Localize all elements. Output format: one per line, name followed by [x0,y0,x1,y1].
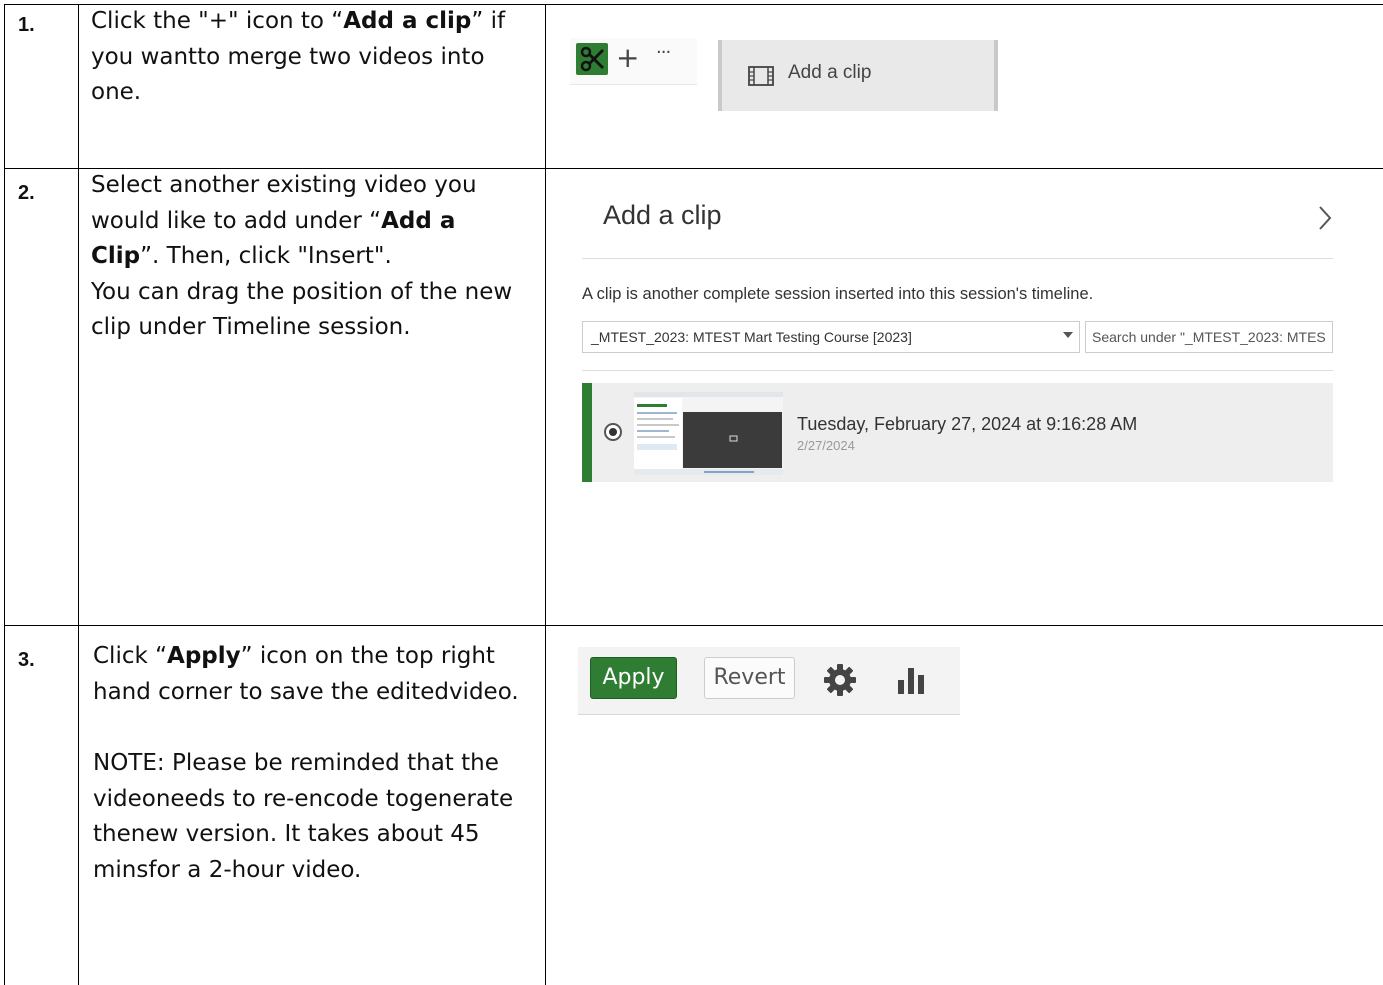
divider [582,258,1333,259]
search-input[interactable] [1086,322,1332,352]
panel-title: Add a clip [603,200,722,230]
grid-line-mid [545,4,546,985]
plus-icon[interactable]: + [616,41,639,74]
step-number: 1. [18,14,35,36]
add-clip-label: Add a clip [788,62,872,83]
session-title: Tuesday, February 27, 2024 at 9:16:28 AM [797,414,1138,434]
more-icon[interactable]: ··· [656,42,671,63]
selected-accent-bar [582,383,592,482]
session-list-item[interactable]: Tuesday, February 27, 2024 at 9:16:28 AM… [582,383,1333,482]
step-number: 3. [18,649,35,671]
instruction-text: You can drag the position of the new cli… [91,278,513,341]
apply-toolbar: Apply Revert [578,647,960,715]
grid-line-row2-bottom [4,625,1383,626]
step-instruction: Select another existing video you would … [91,168,531,346]
instruction-bold: Add a clip [343,8,472,34]
editor-toolbar: + ··· [570,38,697,85]
film-icon [748,66,774,90]
instruction-note: NOTE: Please be reminded that the videon… [93,750,514,883]
session-radio[interactable] [604,423,622,441]
caret-down-icon [1063,332,1073,338]
gear-icon[interactable] [823,663,857,701]
chevron-right-icon[interactable] [1318,204,1332,236]
instruction-text: Click the "+" icon to “ [91,8,344,34]
scissors-icon[interactable] [576,43,608,75]
step-number: 2. [18,182,35,204]
revert-button[interactable]: Revert [704,657,795,699]
session-thumbnail [634,392,783,475]
radio-dot [609,428,617,436]
grid-line-left [4,4,5,985]
panel-description: A clip is another complete session inser… [582,285,1094,303]
bar-chart-icon[interactable] [896,665,926,699]
instruction-bold: Apply [167,643,241,669]
instruction-text: ”. Then, click "Insert". [140,243,392,269]
step-instruction: Click “Apply” icon on the top right hand… [93,639,538,888]
instruction-text: Click “ [93,643,168,669]
folder-select-value: _MTEST_2023: MTEST Mart Testing Course [… [591,329,912,345]
divider [582,370,1333,371]
grid-line-num [78,4,79,985]
search-box [1085,321,1333,353]
session-date: 2/27/2024 [797,438,855,453]
step-instruction: Click the "+" icon to “Add a clip” if yo… [91,4,531,111]
folder-select[interactable]: _MTEST_2023: MTEST Mart Testing Course [… [582,321,1080,353]
add-clip-menu-item[interactable]: Add a clip [718,40,998,111]
apply-button[interactable]: Apply [590,657,677,699]
